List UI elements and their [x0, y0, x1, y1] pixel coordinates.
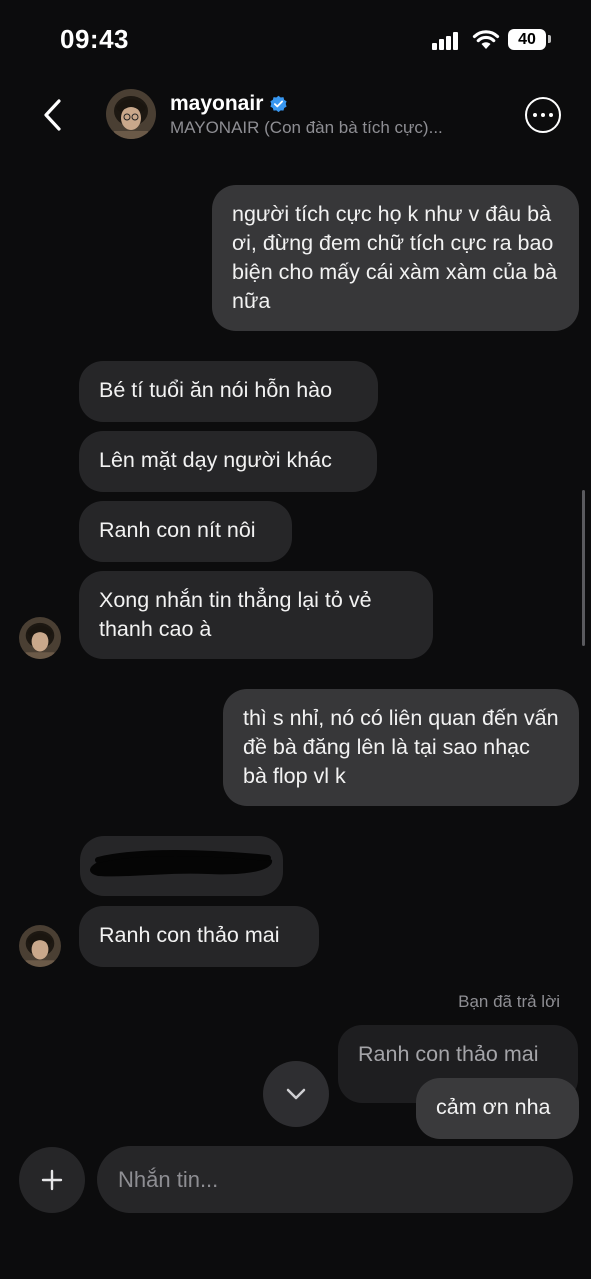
chat-header: mayonair MAYONAIR (Con đàn bà tích cực).…	[0, 80, 591, 160]
contact-name[interactable]: mayonair	[170, 92, 288, 116]
status-bar: 09:43 40	[0, 0, 591, 80]
back-arrow-icon	[44, 99, 61, 131]
message-input[interactable]	[97, 1146, 573, 1213]
message-outgoing[interactable]: cảm ơn nha	[416, 1078, 579, 1139]
wifi-icon	[472, 30, 500, 49]
plus-icon	[41, 1169, 63, 1191]
scroll-down-button[interactable]	[263, 1061, 329, 1127]
chevron-down-icon	[286, 1088, 306, 1100]
add-attachment-button[interactable]	[19, 1147, 85, 1213]
contact-name-label: mayonair	[170, 92, 264, 115]
message-incoming[interactable]: Lên mặt dạy người khác	[79, 431, 377, 492]
status-time: 09:43	[60, 24, 129, 54]
battery-tip	[548, 35, 551, 43]
sender-avatar[interactable]	[19, 617, 61, 659]
signal-icon	[432, 32, 460, 50]
battery-icon: 40	[508, 29, 546, 50]
contact-subtitle: MAYONAIR (Con đàn bà tích cực)...	[170, 118, 443, 137]
message-incoming[interactable]: Ranh con thảo mai	[79, 906, 319, 967]
replied-label: Bạn đã trả lời	[458, 992, 560, 1011]
message-outgoing[interactable]: thì s nhỉ, nó có liên quan đến vấn đề bà…	[223, 689, 579, 806]
message-incoming[interactable]: Ranh con nít nôi	[79, 501, 292, 562]
more-options-icon[interactable]	[525, 97, 561, 133]
message-composer[interactable]	[97, 1146, 573, 1213]
back-button[interactable]	[36, 98, 70, 132]
scrollbar[interactable]	[582, 490, 585, 646]
message-incoming[interactable]: Xong nhắn tin thẳng lại tỏ vẻ thanh cao …	[79, 571, 433, 659]
sender-avatar[interactable]	[19, 925, 61, 967]
redaction-scribble	[90, 850, 273, 877]
contact-avatar[interactable]	[106, 89, 156, 139]
verified-badge-icon	[270, 95, 287, 112]
message-outgoing[interactable]: người tích cực họ k như v đâu bà ơi, đừn…	[212, 185, 579, 331]
message-incoming[interactable]: Bé tí tuổi ăn nói hỗn hào	[79, 361, 378, 422]
